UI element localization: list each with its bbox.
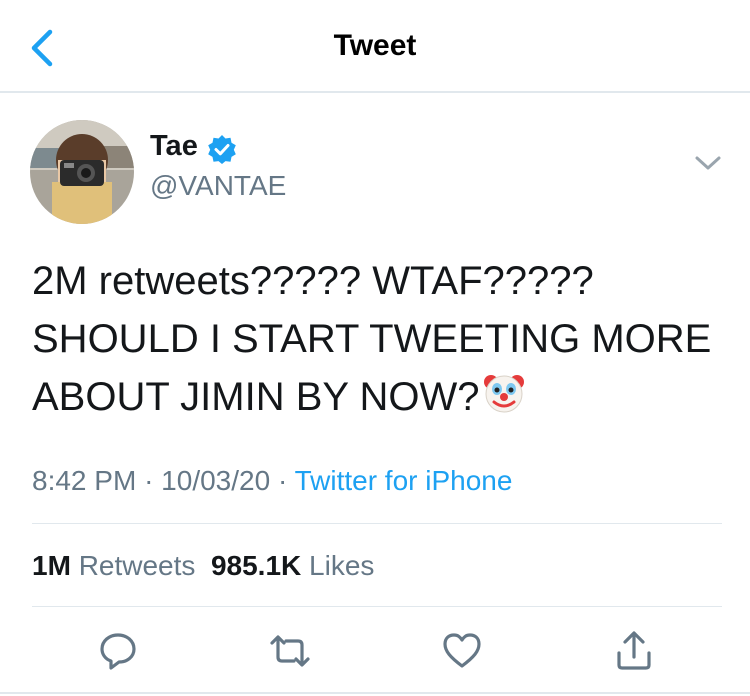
share-icon[interactable] [612, 629, 656, 673]
tweet-meta: 8:42 PM · 10/03/20 · Twitter for iPhone [32, 465, 512, 497]
retweets-stat[interactable]: 1M Retweets [32, 550, 195, 581]
top-nav-bar: Tweet [0, 0, 750, 93]
divider [32, 523, 722, 524]
like-icon[interactable] [440, 629, 484, 673]
tweet-stats: 1M Retweets 985.1K Likes [32, 550, 374, 582]
reply-icon[interactable] [96, 629, 140, 673]
page-title: Tweet [333, 29, 417, 62]
meta-separator: · [277, 465, 288, 496]
retweets-label: Retweets [78, 550, 196, 581]
likes-stat[interactable]: 985.1K Likes [211, 550, 374, 581]
divider [32, 606, 722, 607]
chevron-down-icon[interactable] [693, 152, 723, 174]
tweet-text: 2M retweets????? WTAF????? SHOULD I STAR… [32, 252, 722, 426]
tweet-time: 8:42 PM [32, 465, 137, 496]
retweet-icon[interactable] [268, 629, 312, 673]
tweet-actions-bar [0, 625, 750, 675]
tweet-line-text: ABOUT JIMIN BY NOW? [32, 375, 480, 419]
tweet-source-link[interactable]: Twitter for iPhone [295, 465, 513, 496]
clown-face-icon [484, 375, 525, 413]
header-divider [0, 91, 750, 93]
verified-badge-icon [208, 135, 236, 164]
likes-label: Likes [309, 550, 375, 581]
author-handle[interactable]: @VANTAE [150, 170, 286, 202]
tweet-line: 2M retweets????? WTAF????? [32, 259, 594, 303]
meta-separator: · [144, 465, 154, 496]
retweets-count: 1M [32, 550, 71, 581]
avatar[interactable] [30, 120, 134, 224]
tweet-line: ABOUT JIMIN BY NOW? [32, 368, 722, 426]
divider [0, 692, 750, 694]
author-name[interactable]: Tae [150, 130, 198, 163]
likes-count: 985.1K [210, 550, 302, 581]
tweet-line: SHOULD I START TWEETING MORE [32, 317, 712, 361]
tweet-date: 10/03/20 [161, 465, 271, 496]
